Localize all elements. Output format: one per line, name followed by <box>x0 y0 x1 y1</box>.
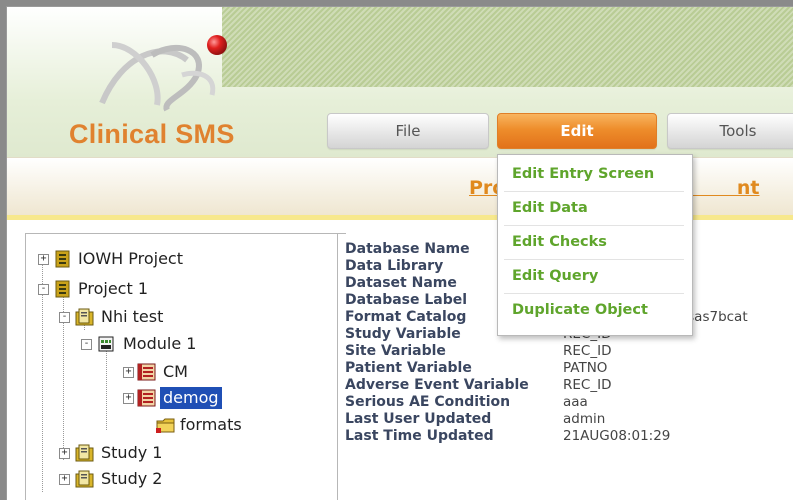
dataset-icon <box>137 363 156 381</box>
menu-separator <box>504 191 684 192</box>
detail-label: Adverse Event Variable <box>345 377 529 393</box>
detail-label: Database Label <box>345 292 468 308</box>
detail-value: admin <box>563 411 606 427</box>
project-icon <box>55 250 70 268</box>
menu-item-edit-query[interactable]: Edit Query <box>512 268 598 284</box>
tree-node-label: Study 2 <box>101 469 163 488</box>
detail-label: Database Name <box>345 241 470 257</box>
brand-name: Clinical SMS <box>69 119 235 149</box>
collapse-icon[interactable]: - <box>59 312 70 323</box>
expand-icon[interactable]: + <box>123 367 134 378</box>
detail-label: Dataset Name <box>345 275 457 291</box>
menu-item-edit-data[interactable]: Edit Data <box>512 200 588 216</box>
study-icon <box>75 470 94 488</box>
menu-separator <box>504 259 684 260</box>
header-pattern <box>222 7 793 87</box>
app-window: Clinical SMS File Edit Tools Pro nt + IO… <box>6 6 793 500</box>
tree-node-label: Module 1 <box>123 334 197 353</box>
detail-label: Last User Updated <box>345 411 492 427</box>
folder-icon <box>156 418 175 433</box>
expand-icon[interactable]: + <box>59 448 70 459</box>
detail-label: Data Library <box>345 258 444 274</box>
detail-label: Format Catalog <box>345 309 467 325</box>
module-icon <box>98 336 114 352</box>
tree-node-label-selected: demog <box>160 387 222 409</box>
tree-node-label: IOWH Project <box>78 249 183 268</box>
dataset-icon <box>137 389 156 407</box>
tree-node-label: formats <box>180 415 242 434</box>
tree-node-label: CM <box>163 362 188 381</box>
detail-label: Serious AE Condition <box>345 394 511 410</box>
tree-line <box>106 340 107 430</box>
expand-icon[interactable]: + <box>59 474 70 485</box>
panel-divider <box>337 233 338 500</box>
detail-label: Study Variable <box>345 326 461 342</box>
tree-panel: + IOWH Project - Project 1 - Nhi test - … <box>25 233 346 500</box>
menu-item-edit-entry-screen[interactable]: Edit Entry Screen <box>512 166 654 182</box>
detail-value: REC_ID <box>563 343 612 359</box>
menu-item-edit-checks[interactable]: Edit Checks <box>512 234 607 250</box>
menu-edit[interactable]: Edit <box>497 113 657 149</box>
tree-node-label: Project 1 <box>78 279 149 298</box>
detail-value: PATNO <box>563 360 608 376</box>
project-icon <box>55 280 70 298</box>
study-icon <box>75 444 94 462</box>
collapse-icon[interactable]: - <box>38 284 49 295</box>
expand-icon[interactable]: + <box>38 254 49 265</box>
detail-label: Last Time Updated <box>345 428 494 444</box>
collapse-icon[interactable]: - <box>81 339 92 350</box>
menu-separator <box>504 225 684 226</box>
detail-value: REC_ID <box>563 377 612 393</box>
detail-label: Patient Variable <box>345 360 472 376</box>
detail-label: Site Variable <box>345 343 446 359</box>
menu-tools[interactable]: Tools <box>667 113 793 149</box>
expand-icon[interactable]: + <box>123 393 134 404</box>
detail-value: 21AUG08:01:29 <box>563 428 671 444</box>
tree-node-label: Study 1 <box>101 443 163 462</box>
menu-file[interactable]: File <box>327 113 489 149</box>
detail-value: aaa <box>563 394 588 410</box>
header: Clinical SMS File Edit Tools <box>7 7 793 157</box>
study-icon <box>75 308 94 326</box>
logo-icon <box>99 35 227 112</box>
menu-separator <box>504 293 684 294</box>
menu-item-duplicate-object[interactable]: Duplicate Object <box>512 302 648 318</box>
edit-dropdown-menu: Edit Entry Screen Edit Data Edit Checks … <box>497 154 693 336</box>
tree-node-label: Nhi test <box>101 307 164 326</box>
